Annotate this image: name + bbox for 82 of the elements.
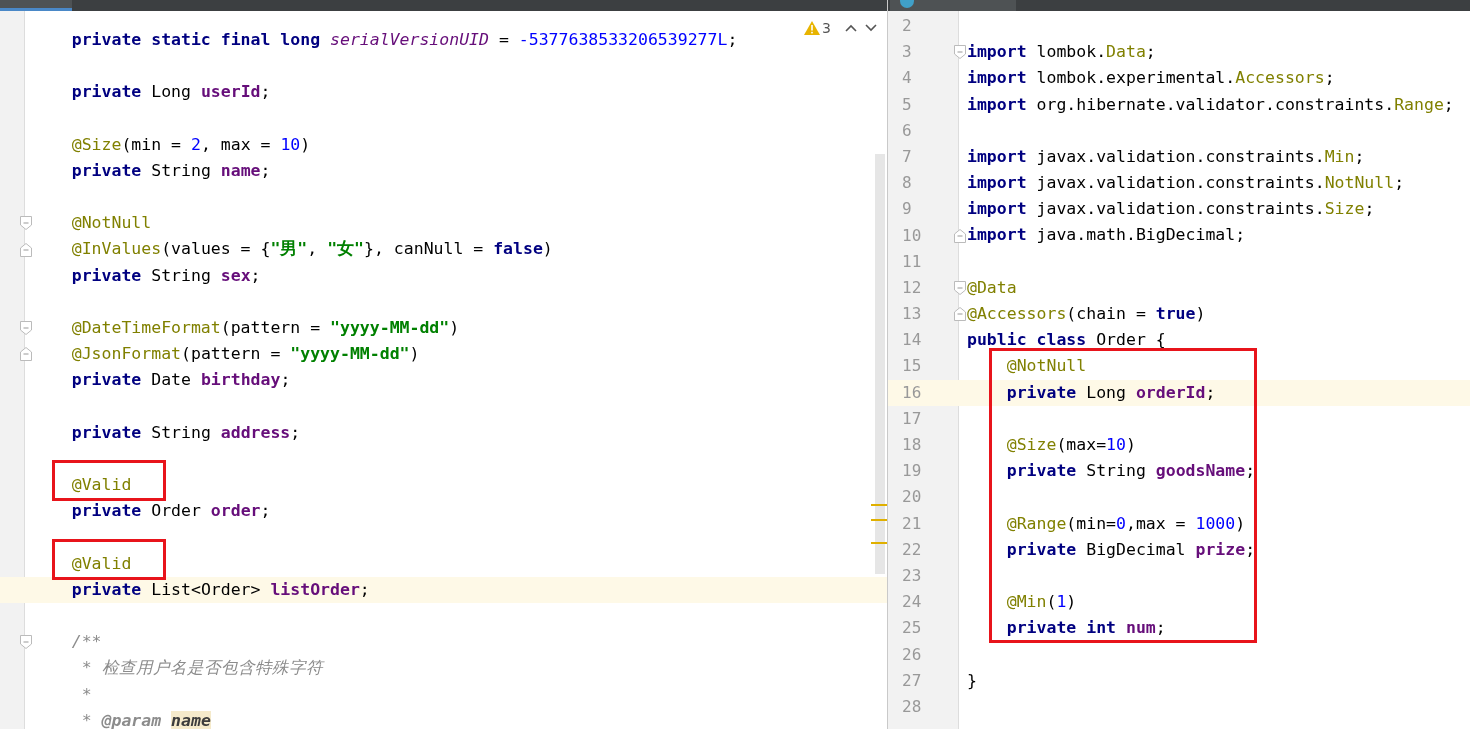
line-number: 19 — [902, 460, 922, 483]
line-number: 9 — [902, 198, 912, 221]
code-line: import javax.validation.constraints.NotNull; — [967, 172, 1405, 195]
fold-end-icon[interactable] — [20, 347, 32, 362]
line-number: 21 — [902, 512, 922, 535]
line-number: 15 — [902, 355, 922, 378]
code-line: private static final long serialVersionUID = -5377638533206539277L; — [70, 28, 738, 51]
line-number: 25 — [902, 617, 922, 640]
editor-tab[interactable] — [0, 0, 72, 11]
line-number: 28 — [902, 695, 922, 718]
code-line: private int num; — [1005, 617, 1166, 640]
line-number: 4 — [902, 67, 912, 90]
line-number: 18 — [902, 434, 922, 456]
fold-marker-icon[interactable] — [20, 321, 32, 336]
code-line: @NotNull — [1005, 355, 1087, 378]
line-number: 3 — [902, 41, 912, 64]
line-number: 12 — [902, 276, 922, 299]
code-line: private BigDecimal prize; — [1005, 538, 1256, 561]
line-number: 8 — [902, 172, 912, 195]
code-line: private String goodsName; — [1005, 460, 1256, 483]
line-number: 14 — [902, 329, 922, 352]
code-line: private List<Order> listOrder; — [70, 578, 370, 601]
editor-tab[interactable] — [890, 0, 1016, 11]
line-number: 16 — [902, 381, 922, 404]
code-line: @NotNull — [70, 212, 152, 235]
line-number: 11 — [902, 250, 922, 273]
line-number: 13 — [902, 303, 922, 326]
line-number: 24 — [902, 591, 922, 614]
chevron-up-icon[interactable] — [845, 24, 857, 32]
fold-marker-icon[interactable] — [954, 280, 966, 295]
code-line: } — [967, 669, 977, 692]
code-line: private Date birthday; — [70, 369, 291, 392]
code-line: * @param name — [80, 709, 211, 729]
code-line: @Valid — [70, 552, 132, 575]
code-line: public class Order { — [967, 329, 1166, 352]
line-number: 23 — [902, 564, 922, 587]
line-number: 5 — [902, 93, 912, 116]
warning-icon — [804, 21, 821, 35]
code-line: import javax.validation.constraints.Min; — [967, 145, 1365, 168]
code-line: private String name; — [70, 159, 271, 182]
error-stripe-marks — [871, 504, 887, 546]
code-line: private Order order; — [70, 500, 271, 523]
code-line: @JsonFormat(pattern = "yyyy-MM-dd") — [70, 343, 420, 366]
code-line: @Data — [967, 276, 1017, 299]
code-line: @Accessors(chain = true) — [967, 303, 1206, 325]
code-line: * — [80, 683, 92, 706]
line-number: 7 — [902, 145, 912, 168]
fold-end-icon[interactable] — [954, 228, 966, 243]
line-number: 20 — [902, 486, 922, 509]
code-line: import lombok.Data; — [967, 41, 1156, 64]
code-line: private Long orderId; — [1005, 381, 1216, 404]
line-number: 17 — [902, 407, 922, 430]
chevron-down-icon[interactable] — [865, 24, 877, 32]
scrollbar[interactable] — [875, 154, 885, 574]
code-line: import javax.validation.constraints.Size; — [967, 198, 1375, 221]
warning-count: 3 — [822, 20, 831, 36]
code-line: private Long userId; — [70, 81, 271, 104]
code-line: @Size(min = 2, max = 10) — [70, 133, 311, 156]
code-line: @DateTimeFormat(pattern = "yyyy-MM-dd") — [70, 317, 460, 339]
line-number: 22 — [902, 538, 922, 561]
code-line: /** — [70, 631, 102, 654]
line-number: 10 — [902, 224, 922, 247]
line-number: 2 — [902, 15, 912, 37]
code-line: private String sex; — [70, 264, 261, 287]
code-line: @Size(max=10) — [1005, 433, 1136, 456]
code-line: @Min(1) — [1005, 591, 1077, 614]
code-line: @InValues(values = {"男", "女"}, canNull = false) — [70, 238, 553, 261]
code-line: @Valid — [70, 474, 132, 497]
code-line: * 检查用户名是否包含特殊字符 — [80, 657, 323, 680]
code-line: import java.math.BigDecimal; — [967, 224, 1246, 247]
fold-marker-icon[interactable] — [20, 635, 32, 650]
code-line: import lombok.experimental.Accessors; — [967, 67, 1335, 90]
fold-end-icon[interactable] — [954, 307, 966, 322]
line-number: 27 — [902, 669, 922, 692]
line-number: 26 — [902, 643, 922, 666]
code-line: import org.hibernate.validator.constraints.Range; — [967, 93, 1454, 116]
fold-marker-icon[interactable] — [20, 216, 32, 231]
code-line: @Range(min=0,max = 1000) — [1005, 512, 1246, 535]
fold-end-icon[interactable] — [20, 242, 32, 257]
code-line: private String address; — [70, 421, 301, 444]
line-number: 6 — [902, 119, 912, 142]
fold-marker-icon[interactable] — [954, 45, 966, 60]
